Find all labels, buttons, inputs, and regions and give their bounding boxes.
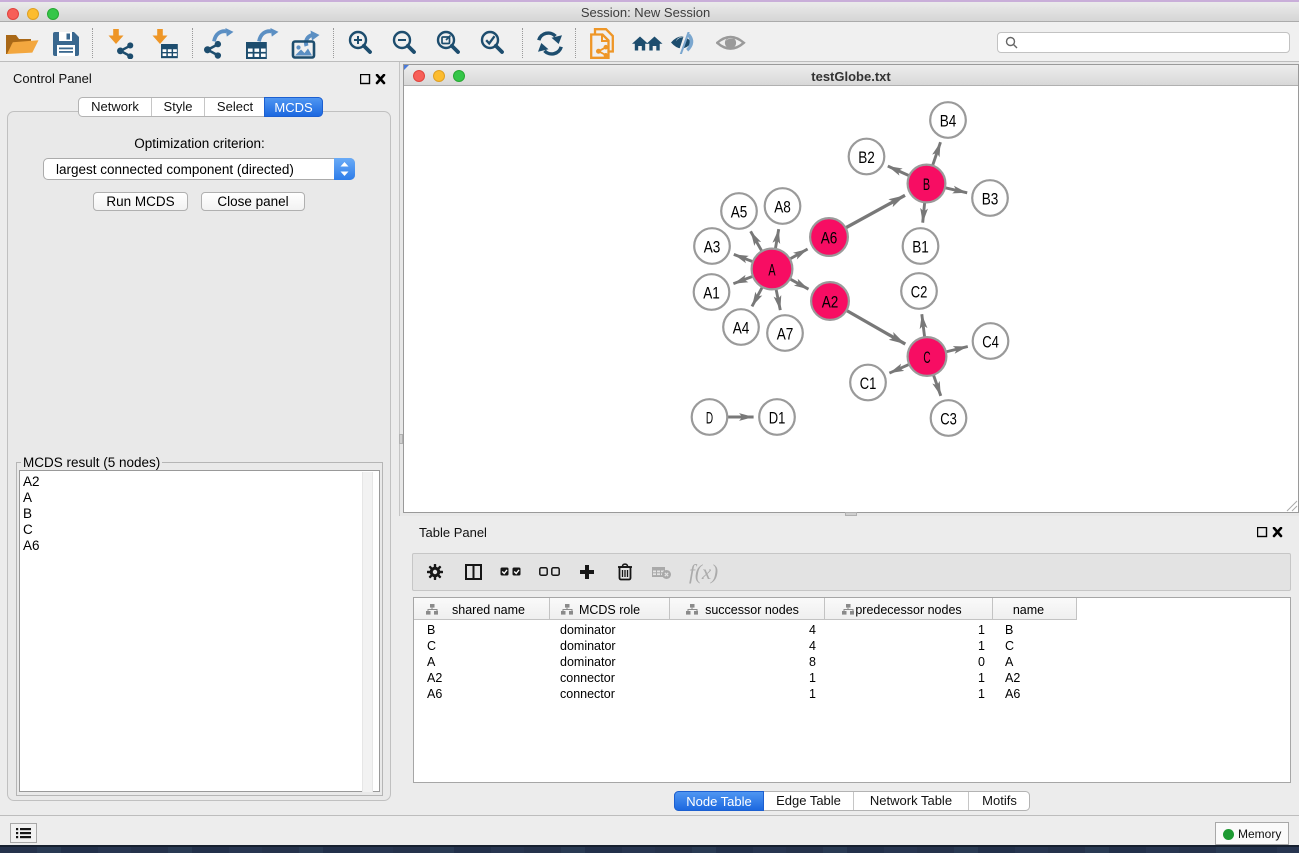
svg-text:B: B <box>923 176 930 194</box>
svg-text:C4: C4 <box>982 333 999 351</box>
svg-text:A5: A5 <box>731 203 748 221</box>
svg-text:A8: A8 <box>774 198 791 216</box>
svg-text:B3: B3 <box>982 190 999 208</box>
svg-text:C1: C1 <box>860 375 877 393</box>
svg-text:B4: B4 <box>940 112 957 130</box>
svg-text:B1: B1 <box>912 238 929 256</box>
svg-text:D: D <box>706 409 713 427</box>
svg-text:C: C <box>923 349 930 367</box>
svg-text:A7: A7 <box>777 325 794 343</box>
svg-text:C2: C2 <box>911 283 928 301</box>
svg-text:A6: A6 <box>821 229 838 247</box>
svg-text:A2: A2 <box>822 293 839 311</box>
svg-text:C3: C3 <box>940 410 957 428</box>
svg-text:A3: A3 <box>704 238 721 256</box>
svg-text:A4: A4 <box>733 319 750 337</box>
svg-text:D1: D1 <box>769 409 786 427</box>
svg-text:A1: A1 <box>703 284 720 302</box>
svg-text:B2: B2 <box>858 149 875 167</box>
svg-text:A: A <box>768 261 775 279</box>
